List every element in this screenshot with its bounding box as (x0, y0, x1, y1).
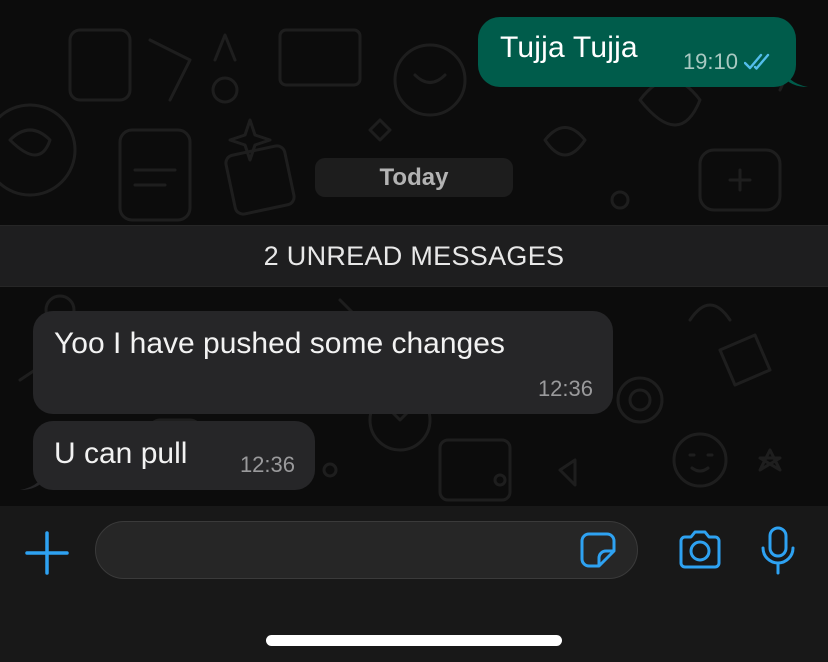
camera-icon[interactable] (677, 529, 723, 571)
message-input[interactable] (116, 530, 580, 572)
incoming-message[interactable]: Yoo I have pushed some changes 12:36 (33, 311, 613, 414)
message-time: 19:10 (682, 49, 738, 74)
message-text: U can pull (54, 437, 188, 470)
outgoing-message[interactable]: Tujja Tujja 19:10 (478, 17, 808, 87)
date-separator: Today (315, 158, 513, 197)
chat-screen: Tujja Tujja 19:10 Today 2 UNREAD MESSAGE… (0, 0, 828, 662)
home-indicator[interactable] (266, 635, 562, 646)
unread-messages-banner: 2 UNREAD MESSAGES (0, 225, 828, 287)
message-time: 12:36 (537, 376, 593, 401)
message-input-field[interactable] (95, 521, 638, 579)
incoming-message[interactable]: U can pull 12:36 (20, 421, 315, 490)
message-text: Yoo I have pushed some changes (54, 327, 505, 360)
microphone-icon[interactable] (760, 526, 796, 576)
plus-icon[interactable] (24, 530, 70, 576)
bubble-tail (20, 468, 46, 490)
message-time: 12:36 (239, 452, 295, 477)
unread-count-label: 2 UNREAD MESSAGES (263, 240, 565, 271)
sticker-icon[interactable] (579, 531, 617, 569)
date-label: Today (379, 163, 449, 191)
bubble-tail (782, 65, 808, 87)
message-text: Tujja Tujja (500, 31, 638, 64)
read-receipt-icon (744, 53, 770, 70)
message-meta: 19:10 (683, 49, 774, 75)
